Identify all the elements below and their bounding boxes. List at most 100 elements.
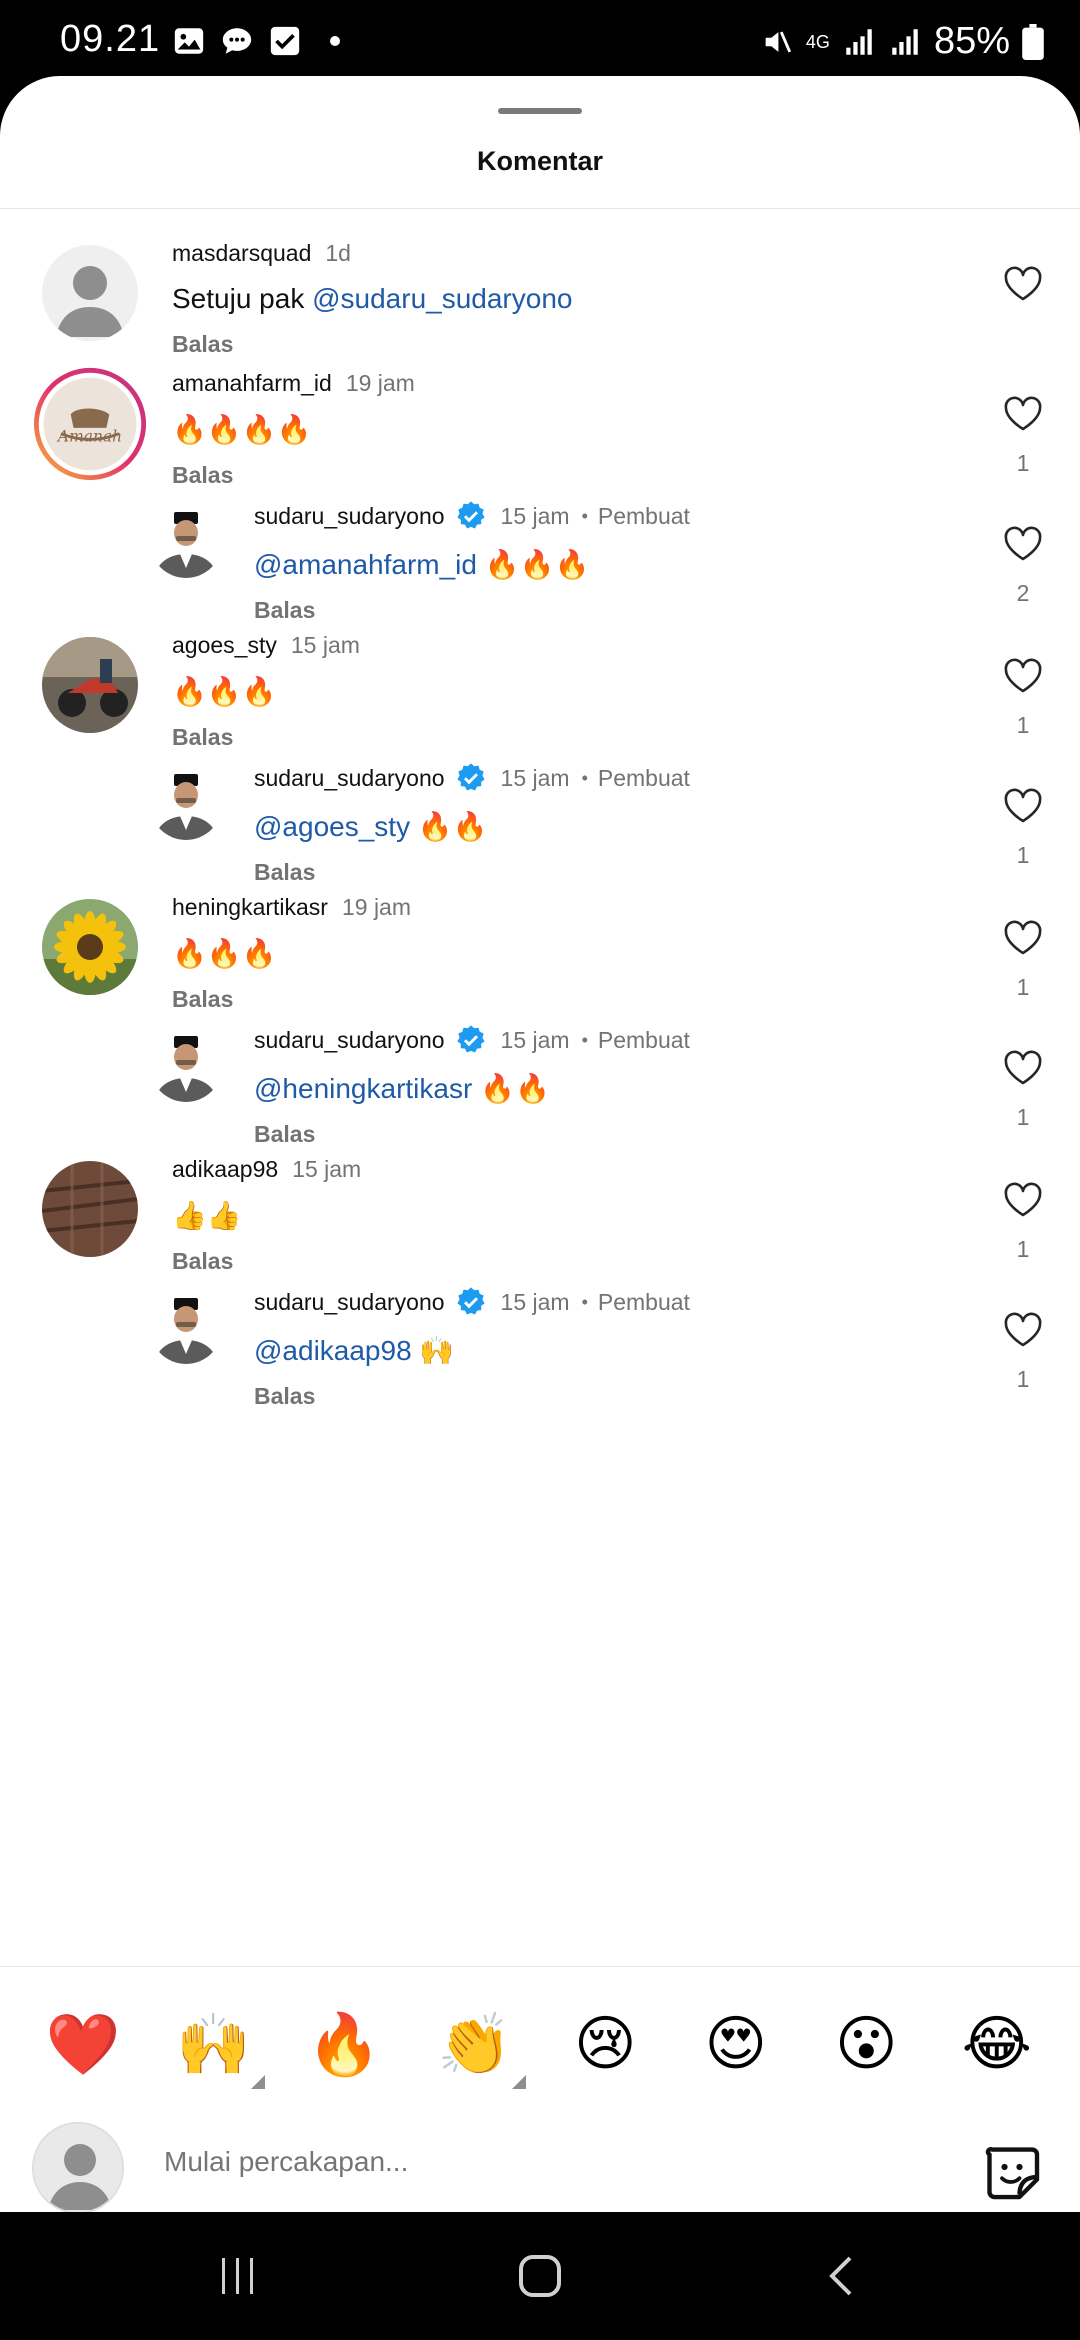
reply-button[interactable]: Balas [172, 1248, 361, 1275]
mention-link[interactable]: @sudaru_sudaryono [312, 283, 572, 314]
reply-button[interactable]: Balas [172, 986, 411, 1013]
heart-icon [1004, 526, 1042, 561]
crying-emoji-button[interactable]: 😢 [560, 1999, 650, 2089]
comment-username[interactable]: sudaru_sudaryono [254, 1289, 445, 1316]
mention-link[interactable]: @adikaap98 [254, 1335, 412, 1366]
comment-text-emoji: 🔥🔥🔥🔥 [172, 414, 312, 445]
sheet-title: Komentar [476, 146, 604, 176]
home-button[interactable] [500, 2244, 580, 2308]
like-count: 1 [1016, 974, 1030, 1000]
comment-text-plain: Setuju pak [172, 283, 313, 314]
laughing-emoji-button[interactable]: 😂 [952, 1999, 1042, 2089]
verified-badge-icon [456, 501, 485, 529]
default-avatar[interactable] [42, 245, 138, 341]
comment-meta: agoes_sty 15 jam [172, 632, 360, 659]
verified-badge-icon [456, 763, 485, 791]
reply-button[interactable]: Balas [254, 1121, 690, 1148]
comment-meta: heningkartikasr 19 jam [172, 894, 411, 921]
like-button[interactable]: 1 [1000, 918, 1046, 1001]
back-icon [829, 2256, 852, 2296]
drag-handle[interactable] [498, 108, 582, 114]
like-button[interactable]: 1 [1000, 1310, 1046, 1393]
sudaru-avatar[interactable] [150, 1030, 222, 1102]
comment-input[interactable] [164, 2146, 924, 2178]
reply-button[interactable]: Balas [172, 331, 572, 358]
like-button[interactable]: 1 [1000, 656, 1046, 739]
comment-username[interactable]: masdarsquad [172, 240, 311, 267]
sudaru-avatar[interactable] [150, 506, 222, 578]
comment-username[interactable]: adikaap98 [172, 1156, 278, 1183]
amanah-logo-avatar[interactable]: Amanah [32, 366, 148, 482]
reply-button[interactable]: Balas [172, 462, 415, 489]
comment-text: Setuju pak @sudaru_sudaryono [172, 283, 572, 315]
sunflower-avatar[interactable] [42, 899, 138, 995]
comment-text: @amanahfarm_id 🔥🔥🔥 [254, 548, 690, 581]
heart-icon [1004, 266, 1042, 301]
reply-button[interactable]: Balas [254, 1383, 690, 1410]
clapping-emoji-button[interactable]: 👏 [430, 1999, 526, 2089]
comment-text-emoji: 🙌 [411, 1335, 455, 1366]
like-count: 1 [1016, 1366, 1030, 1392]
comment-username[interactable]: amanahfarm_id [172, 370, 332, 397]
reply-button[interactable]: Balas [254, 597, 690, 624]
comment-body: agoes_sty 15 jam 🔥🔥🔥 Balas [172, 632, 360, 751]
reply-button[interactable]: Balas [254, 859, 690, 886]
comment-username[interactable]: sudaru_sudaryono [254, 765, 445, 792]
like-button[interactable]: 1 [1000, 1048, 1046, 1131]
heart-icon [1004, 920, 1042, 955]
signal-icon-2 [892, 28, 918, 55]
like-button[interactable] [1000, 264, 1046, 304]
comment-username[interactable]: sudaru_sudaryono [254, 1027, 445, 1054]
comment-username[interactable]: sudaru_sudaryono [254, 503, 445, 530]
comment-meta: masdarsquad 1d [172, 240, 572, 267]
current-user-avatar [32, 2122, 124, 2212]
quick-reactions-bar: ❤️ 🙌 🔥 👏 😢 😍 😮 😂 [0, 1994, 1080, 2094]
like-button[interactable]: 2 [1000, 524, 1046, 607]
battery-level: 85% [933, 20, 1010, 62]
adikaap-avatar[interactable] [42, 1161, 138, 1257]
heart-icon [1004, 1312, 1042, 1347]
surprised-emoji-button[interactable]: 😮 [821, 1999, 911, 2089]
fire-emoji-button[interactable]: 🔥 [299, 1999, 389, 2089]
system-navigation-bar [0, 2212, 1080, 2340]
sticker-icon[interactable] [982, 2142, 1042, 2202]
raising-hands-emoji-button[interactable]: 🙌 [169, 1999, 265, 2089]
comment-text: @adikaap98 🙌 [254, 1334, 690, 1367]
like-button[interactable]: 1 [1000, 1180, 1046, 1263]
comments-sheet: Komentar masdarsquad 1d Setuju pak @sudaru… [0, 76, 1080, 2212]
verified-badge-icon [456, 1025, 485, 1053]
heart-eyes-emoji-button[interactable]: 😍 [691, 1999, 781, 2089]
checkbox-icon [270, 26, 300, 56]
comment-username[interactable]: heningkartikasr [172, 894, 328, 921]
mention-link[interactable]: @amanahfarm_id [254, 549, 477, 580]
more-notifications-dot [330, 36, 340, 46]
like-button[interactable]: 1 [1000, 394, 1046, 477]
separator-dot: • [581, 1029, 588, 1050]
comment-text: 🔥🔥🔥 [172, 675, 360, 708]
reply-button[interactable]: Balas [172, 724, 360, 751]
comment-time: 15 jam [290, 632, 360, 658]
comment-text: @agoes_sty 🔥🔥 [254, 810, 690, 843]
comment-meta: sudaru_sudaryono 15 jam • Pembuat [254, 1024, 690, 1056]
back-button[interactable] [802, 2244, 882, 2308]
heart-icon [1004, 658, 1042, 693]
comment-body: sudaru_sudaryono 15 jam • Pembuat @adikaap98… [254, 1286, 690, 1410]
comment-time: 15 jam [500, 502, 570, 529]
comment-username[interactable]: agoes_sty [172, 632, 277, 659]
message-icon [222, 28, 252, 54]
sudaru-avatar[interactable] [150, 1292, 222, 1364]
comment-text: @heningkartikasr 🔥🔥 [254, 1072, 690, 1105]
comment-meta: adikaap98 15 jam [172, 1156, 361, 1183]
recent-apps-icon [222, 2258, 253, 2294]
like-count: 1 [1016, 842, 1030, 868]
skin-tone-indicator [250, 2075, 265, 2089]
comment-text: 🔥🔥🔥 [172, 937, 411, 970]
agoes-avatar[interactable] [42, 637, 138, 733]
heart-emoji-button[interactable]: ❤️ [38, 1999, 128, 2089]
mention-link[interactable]: @heningkartikasr [254, 1073, 472, 1104]
sudaru-avatar[interactable] [150, 768, 222, 840]
heart-icon [1004, 788, 1042, 823]
like-button[interactable]: 1 [1000, 786, 1046, 869]
mention-link[interactable]: @agoes_sty [254, 811, 410, 842]
recent-apps-button[interactable] [198, 2244, 278, 2308]
